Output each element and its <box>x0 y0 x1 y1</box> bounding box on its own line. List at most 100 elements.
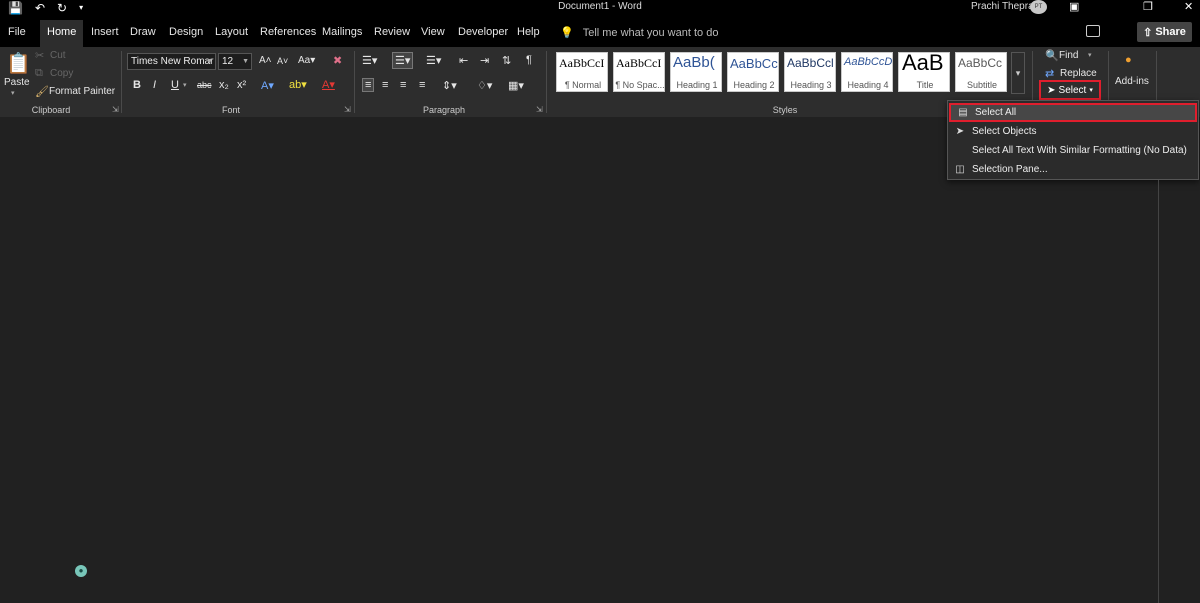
select-button[interactable]: ➤ Select ▾ <box>1039 80 1101 100</box>
tab-layout[interactable]: Layout <box>215 26 248 38</box>
style-name: Heading 1 <box>676 80 718 90</box>
numbering-icon[interactable]: ☰▾ <box>392 52 414 69</box>
clipboard-launcher-icon[interactable]: ⇲ <box>112 105 119 114</box>
copy-icon[interactable]: ⧉ <box>35 67 43 80</box>
menu-item-label: Select All <box>975 107 1017 118</box>
style-heading-4[interactable]: AaBbCcD. Heading 4 <box>841 52 893 92</box>
tab-file[interactable]: File <box>8 26 26 38</box>
tab-insert[interactable]: Insert <box>91 26 119 38</box>
tab-home[interactable]: Home <box>40 20 84 47</box>
find-button[interactable]: Find <box>1059 50 1078 61</box>
justify-icon[interactable]: ≡ <box>419 79 425 91</box>
share-button[interactable]: ⇧ Share <box>1137 22 1192 42</box>
tab-review[interactable]: Review <box>374 26 410 38</box>
line-spacing-icon[interactable]: ⇕▾ <box>442 79 457 92</box>
style-normal[interactable]: AaBbCcI ¶ Normal <box>556 52 608 92</box>
pointer-icon: ➤ <box>1047 84 1056 96</box>
change-case-icon[interactable]: Aa▾ <box>298 55 315 66</box>
paragraph-launcher-icon[interactable]: ⇲ <box>536 105 543 114</box>
text-effects-icon[interactable]: A▾ <box>261 79 274 92</box>
subscript-icon[interactable]: x₂ <box>219 79 229 91</box>
align-center-icon[interactable]: ≡ <box>382 79 388 91</box>
bold-icon[interactable]: B <box>133 79 141 91</box>
style-heading-1[interactable]: AaBb( Heading 1 <box>670 52 722 92</box>
multilevel-list-icon[interactable]: ☰▾ <box>426 54 441 67</box>
replace-button[interactable]: Replace <box>1060 68 1097 79</box>
tab-developer[interactable]: Developer <box>458 26 508 38</box>
tab-design[interactable]: Design <box>169 26 203 38</box>
highlight-color-icon[interactable]: ab▾ <box>289 78 307 91</box>
font-size-value: 12 <box>222 56 234 67</box>
tell-me-search[interactable]: 💡 Tell me what you want to do <box>560 26 718 40</box>
menu-item-label: Select All Text With Similar Formatting … <box>972 145 1187 156</box>
pointer-icon: ➤ <box>955 126 965 137</box>
align-left-icon[interactable]: ≡ <box>362 78 375 92</box>
style-no-spacing[interactable]: AaBbCcI ¶ No Spac... <box>613 52 665 92</box>
copy-button[interactable]: Copy <box>50 68 73 79</box>
add-ins-button[interactable]: Add-ins <box>1115 76 1149 87</box>
shading-icon[interactable]: ♢▾ <box>477 79 492 92</box>
font-color-icon[interactable]: A▾ <box>322 78 335 91</box>
sort-icon[interactable]: ⇅ <box>502 54 511 67</box>
paste-button[interactable]: Paste <box>4 77 30 88</box>
styles-gallery: AaBbCcI ¶ Normal AaBbCcI ¶ No Spac... Aa… <box>553 51 1011 98</box>
tab-references[interactable]: References <box>260 26 316 38</box>
ribbon-display-options-icon[interactable]: ▣ <box>1069 0 1079 15</box>
paste-icon[interactable]: 📋 <box>6 51 31 76</box>
tab-mailings[interactable]: Mailings <box>322 26 362 38</box>
lightbulb-icon: 💡 <box>560 27 574 39</box>
show-formatting-icon[interactable]: ¶ <box>526 54 532 66</box>
align-right-icon[interactable]: ≡ <box>400 79 406 91</box>
find-dropdown-icon[interactable]: ▾ <box>1088 51 1092 59</box>
italic-icon[interactable]: I <box>153 79 156 91</box>
replace-icon[interactable]: ⇄ <box>1045 67 1054 80</box>
style-heading-3[interactable]: AaBbCcl Heading 3 <box>784 52 836 92</box>
share-label: Share <box>1155 26 1186 38</box>
style-name: Heading 4 <box>847 80 889 90</box>
style-subtitle[interactable]: AaBbCc Subtitle <box>955 52 1007 92</box>
menu-item-select-objects[interactable]: ➤ Select Objects <box>948 122 1198 141</box>
tab-help[interactable]: Help <box>517 26 540 38</box>
styles-group-label: Styles <box>772 105 798 115</box>
borders-icon[interactable]: ▦▾ <box>508 79 524 92</box>
menu-item-select-similar-formatting[interactable]: Select All Text With Similar Formatting … <box>948 141 1198 160</box>
shrink-font-icon[interactable]: A˅ <box>277 56 288 66</box>
clear-formatting-icon[interactable]: ✖ <box>333 54 342 67</box>
strikethrough-icon[interactable]: abc <box>197 80 212 90</box>
comments-icon[interactable] <box>1086 25 1100 37</box>
user-name[interactable]: Prachi Thepra <box>971 1 1034 12</box>
menu-item-select-all[interactable]: ▤ Select All <box>949 103 1197 122</box>
tab-view[interactable]: View <box>421 26 445 38</box>
divider <box>546 51 547 113</box>
style-sample: AaBbCc <box>730 56 778 71</box>
format-painter-button[interactable]: Format Painter <box>49 86 115 97</box>
paste-dropdown-icon[interactable]: ▾ <box>11 89 15 97</box>
style-heading-2[interactable]: AaBbCc Heading 2 <box>727 52 779 92</box>
menu-item-label: Selection Pane... <box>972 164 1048 175</box>
restore-window-icon[interactable]: ❐ <box>1143 0 1153 15</box>
menu-item-selection-pane[interactable]: ◫ Selection Pane... <box>948 160 1198 179</box>
ribbon-tabs: File Home Insert Draw Design Layout Refe… <box>0 15 1200 47</box>
find-icon[interactable]: 🔍 <box>1045 49 1059 62</box>
grow-font-icon[interactable]: A˄ <box>259 55 272 66</box>
add-ins-icon[interactable]: ● <box>1125 54 1132 66</box>
cut-icon[interactable]: ✂ <box>35 49 44 62</box>
decrease-indent-icon[interactable]: ⇤ <box>459 54 468 67</box>
style-title[interactable]: AaB Title <box>898 52 950 92</box>
underline-icon[interactable]: U <box>171 79 179 91</box>
format-painter-icon[interactable]: 🖌 <box>35 85 49 98</box>
chevron-down-icon: ▼ <box>242 58 249 65</box>
tab-draw[interactable]: Draw <box>130 26 156 38</box>
increase-indent-icon[interactable]: ⇥ <box>480 54 489 67</box>
styles-more-icon[interactable]: ▾ <box>1011 52 1025 94</box>
bullets-icon[interactable]: ☰▾ <box>362 54 377 67</box>
font-size-combo[interactable]: 12 ▼ <box>218 53 252 70</box>
avatar[interactable]: PT <box>1030 0 1047 14</box>
superscript-icon[interactable]: x² <box>237 79 246 91</box>
underline-dropdown-icon[interactable]: ▾ <box>183 81 187 89</box>
chevron-down-icon: ▼ <box>206 58 213 65</box>
cut-button[interactable]: Cut <box>50 50 66 61</box>
close-window-icon[interactable]: ✕ <box>1184 0 1193 15</box>
font-launcher-icon[interactable]: ⇲ <box>344 105 351 114</box>
font-name-combo[interactable]: Times New Romar ▼ <box>127 53 216 70</box>
